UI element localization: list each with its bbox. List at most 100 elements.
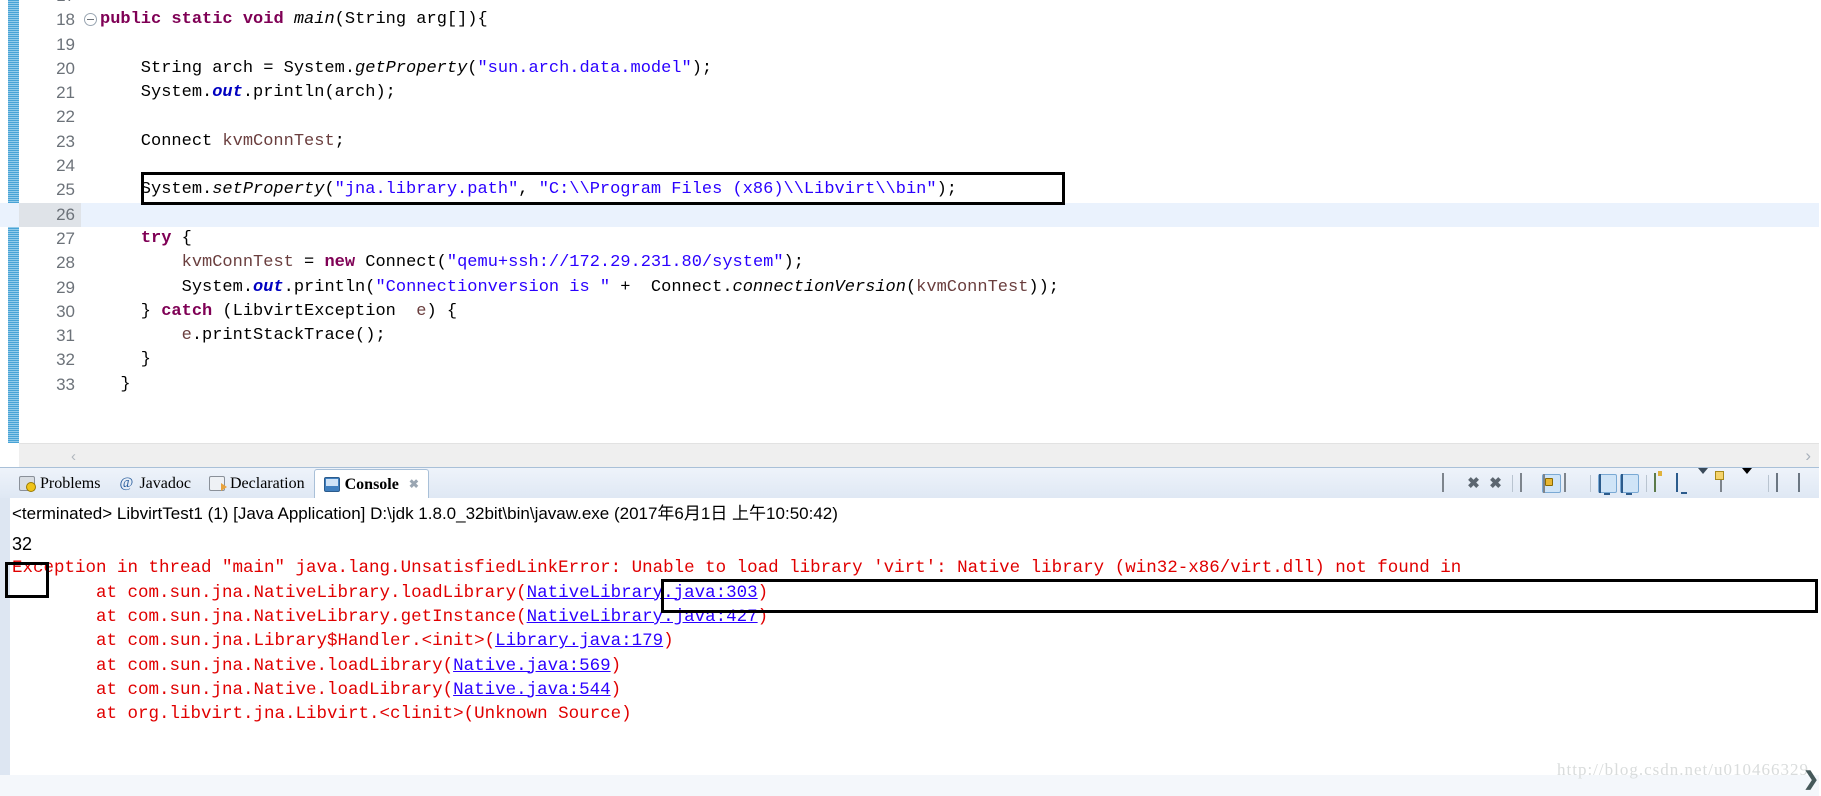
line-row[interactable]: 18public static void main(String arg[]){ (0, 8, 1821, 32)
stack-frame-link[interactable]: NativeLibrary.java:427 (527, 607, 758, 627)
tab-javadoc[interactable]: @Javadoc (109, 468, 200, 499)
terminate-button[interactable] (1442, 474, 1461, 493)
line-row[interactable]: 22 (0, 105, 1821, 129)
stack-frame-link[interactable]: NativeLibrary.java:303 (527, 583, 758, 603)
line-row[interactable]: 30 } catch (LibvirtException e) { (0, 300, 1821, 324)
code-token: e (416, 302, 426, 321)
code-token: System. (100, 83, 212, 102)
console-icon (324, 477, 340, 492)
maximize-button[interactable] (1798, 474, 1817, 493)
show-console-button[interactable] (1598, 474, 1617, 493)
code-text: e.printStackTrace(); (100, 324, 386, 348)
line-number: 28 (19, 251, 81, 275)
line-row[interactable]: 23 Connect kvmConnTest; (0, 130, 1821, 154)
code-token: = (294, 253, 325, 272)
monitor-icon (1676, 473, 1678, 492)
view-tabs[interactable]: Problems@Javadoc Declaration Console ✖ (10, 468, 429, 499)
code-token (100, 253, 182, 272)
code-token: ( (467, 59, 477, 78)
open-console-button[interactable] (1654, 474, 1673, 493)
minimize-button[interactable] (1776, 474, 1795, 493)
eclipse-ide-window: 1718public static void main(String arg[]… (0, 0, 1821, 796)
code-token: String arch = System. (100, 59, 355, 78)
line-row[interactable]: 25 System.setProperty("jna.library.path"… (0, 178, 1821, 202)
tab-declaration[interactable]: Declaration (200, 468, 314, 499)
stack-frame-suffix: ) (663, 631, 674, 651)
line-number: 32 (19, 348, 81, 372)
code-text: System.out.println("Connectionversion is… (100, 276, 1059, 300)
remove-all-button[interactable]: ✖ (1486, 474, 1505, 493)
remove-x-icon: ✖ (1464, 474, 1483, 493)
stack-frame-text: at com.sun.jna.Native.loadLibrary( (12, 656, 453, 676)
line-row[interactable]: 29 System.out.println("Connectionversion… (0, 276, 1821, 300)
code-token: + Connect. (610, 278, 732, 297)
console-view[interactable]: <terminated> LibvirtTest1 (1) [Java Appl… (0, 498, 1821, 775)
stack-frame-link[interactable]: Native.java:569 (453, 656, 611, 676)
stack-frame-link[interactable]: Library.java:179 (495, 631, 663, 651)
stack-frame-link[interactable]: Native.java:544 (453, 680, 611, 700)
stop-icon (1442, 473, 1444, 492)
line-row[interactable]: 19 (0, 33, 1821, 57)
new-console-dropdown[interactable] (1742, 474, 1761, 493)
clear-console-icon (1520, 473, 1522, 492)
editor-body[interactable]: 1718public static void main(String arg[]… (0, 0, 1821, 443)
toolbar-separator (1646, 475, 1647, 492)
console-process-label: <terminated> LibvirtTest1 (1) [Java Appl… (12, 499, 838, 524)
code-token: ); (692, 59, 712, 78)
code-token: ( (906, 278, 916, 297)
scroll-left-icon[interactable]: ‹ (71, 448, 76, 465)
display-selected-button[interactable] (1676, 474, 1695, 493)
line-row[interactable]: 27 try { (0, 227, 1821, 251)
console-left-margin (0, 498, 10, 775)
line-row[interactable]: 21 System.out.println(arch); (0, 81, 1821, 105)
code-token: out (212, 83, 243, 102)
code-token: "sun.arch.data.model" (477, 59, 691, 78)
console-toolbar[interactable]: ✖✖ (1442, 468, 1817, 499)
word-wrap-icon (1564, 473, 1566, 492)
code-token: out (253, 278, 284, 297)
line-row[interactable]: 31 e.printStackTrace(); (0, 324, 1821, 348)
console-line: at com.sun.jna.NativeLibrary.loadLibrary… (12, 583, 768, 603)
code-token: Connect (100, 132, 222, 151)
tab-label: Declaration (230, 475, 305, 493)
line-row[interactable]: 28 kvmConnTest = new Connect("qemu+ssh:/… (0, 251, 1821, 275)
tab-label: Console (345, 476, 399, 494)
fold-collapse-icon[interactable] (84, 13, 97, 26)
line-row[interactable]: 17 (0, 0, 1821, 8)
editor-horizontal-scrollbar[interactable]: ‹ › (19, 443, 1821, 467)
scroll-lock-icon (1543, 474, 1545, 493)
line-row[interactable]: 32 } (0, 348, 1821, 372)
code-token: .println(arch); (243, 83, 396, 102)
scroll-lock-button[interactable] (1542, 474, 1561, 493)
code-token: try (141, 229, 172, 248)
code-text: } (100, 373, 131, 397)
stack-frame-suffix: ) (758, 607, 769, 627)
tab-problems[interactable]: Problems (10, 468, 109, 499)
remove-launch-button[interactable]: ✖ (1464, 474, 1483, 493)
code-token: "qemu+ssh://172.29.231.80/system" (447, 253, 784, 272)
close-icon[interactable]: ✖ (409, 477, 419, 492)
code-text: } catch (LibvirtException e) { (100, 300, 457, 324)
pin-console-button[interactable] (1620, 474, 1639, 493)
stack-frame-text: at com.sun.jna.NativeLibrary.loadLibrary… (12, 583, 527, 603)
code-token: (String arg[]){ (335, 10, 488, 29)
tab-console[interactable]: Console ✖ (314, 469, 429, 499)
scroll-right-icon[interactable]: › (1805, 446, 1811, 466)
stack-frame-suffix: ) (611, 656, 622, 676)
line-row[interactable]: 20 String arch = System.getProperty("sun… (0, 57, 1821, 81)
line-row[interactable]: 33 } (0, 373, 1821, 397)
clear-console-button[interactable] (1520, 474, 1539, 493)
line-number: 33 (19, 373, 81, 397)
code-token: new (324, 253, 355, 272)
code-token: ) { (426, 302, 457, 321)
code-token: kvmConnTest (182, 253, 294, 272)
new-console-button[interactable] (1720, 474, 1739, 493)
word-wrap-button[interactable] (1564, 474, 1583, 493)
line-row[interactable]: 26 (0, 203, 1821, 227)
chevron-down-icon (1698, 468, 1708, 491)
line-row[interactable]: 24 (0, 154, 1821, 178)
code-token: Connect( (355, 253, 447, 272)
code-lines[interactable]: 1718public static void main(String arg[]… (0, 0, 1821, 443)
java-editor[interactable]: 1718public static void main(String arg[]… (0, 0, 1821, 467)
bottom-panel: Problems@JavadocDeclarationConsole✖ ✖✖ <… (0, 467, 1821, 796)
